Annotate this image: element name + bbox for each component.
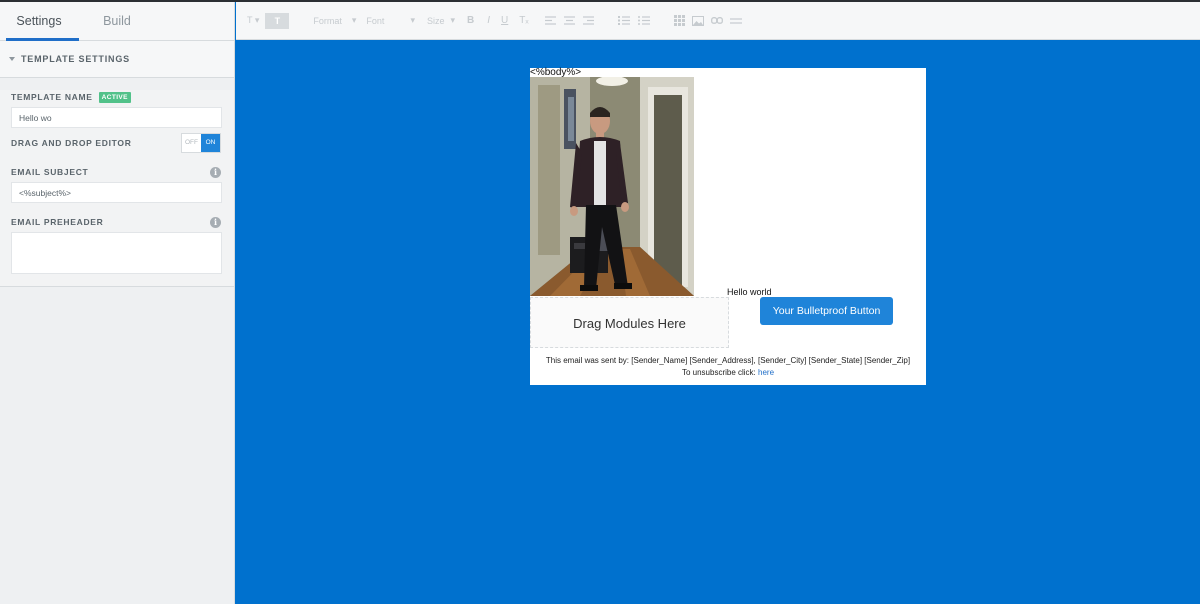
bold-button[interactable]: B: [467, 15, 474, 26]
hello-world-text[interactable]: Hello world: [727, 287, 772, 297]
drag-modules-dropzone[interactable]: Drag Modules Here: [530, 297, 729, 348]
image-icon[interactable]: [691, 15, 704, 26]
align-left-icon[interactable]: [544, 16, 556, 25]
info-icon[interactable]: i: [210, 166, 221, 178]
align-center-icon[interactable]: [563, 16, 575, 25]
chevron-down-icon: ▾: [450, 15, 456, 25]
info-icon[interactable]: i: [210, 216, 221, 228]
toggle-on[interactable]: ON: [201, 134, 220, 152]
editor-toolbar: T ▾ T Format ▾ Font ▾ Size ▾ B I U Tₓ: [236, 2, 1200, 40]
clear-format-button[interactable]: Tₓ: [519, 15, 528, 26]
align-right-icon[interactable]: [582, 16, 594, 25]
size-dropdown[interactable]: Size: [427, 16, 445, 26]
unsubscribe-link[interactable]: here: [758, 368, 774, 377]
tab-build[interactable]: Build: [78, 2, 156, 40]
italic-button[interactable]: I: [487, 15, 490, 26]
template-settings-header[interactable]: TEMPLATE SETTINGS: [0, 41, 234, 78]
font-dropdown[interactable]: Font: [366, 16, 384, 26]
caret-down-icon: [9, 57, 15, 61]
drag-drop-toggle[interactable]: OFF ON: [181, 133, 221, 153]
drag-drop-label: DRAG AND DROP EDITOR: [11, 138, 132, 148]
section-title: TEMPLATE SETTINGS: [21, 54, 130, 64]
bulleted-list-icon[interactable]: [637, 16, 650, 25]
drag-drop-row: DRAG AND DROP EDITOR OFF ON: [11, 133, 221, 153]
email-subject-label-row: EMAIL SUBJECT i: [11, 165, 221, 179]
settings-sidebar: Settings Build TEMPLATE SETTINGS TEMPLAT…: [0, 2, 235, 604]
table-icon[interactable]: [673, 15, 685, 26]
template-name-label-row: TEMPLATE NAME ACTIVE: [11, 90, 221, 104]
email-preheader-label: EMAIL PREHEADER: [11, 217, 104, 227]
email-preheader-label-row: EMAIL PREHEADER i: [11, 215, 221, 229]
email-subject-label: EMAIL SUBJECT: [11, 167, 89, 177]
footer-sender-line: This email was sent by: [Sender_Name] [S…: [545, 356, 911, 365]
active-badge: ACTIVE: [98, 91, 131, 103]
chevron-down-icon: ▾: [410, 15, 415, 25]
text-style-dropdown[interactable]: T ▾: [247, 15, 259, 26]
horizontal-rule-icon[interactable]: [729, 17, 742, 24]
numbered-list-icon[interactable]: [617, 16, 630, 25]
template-settings-panel: TEMPLATE NAME ACTIVE DRAG AND DROP EDITO…: [0, 90, 234, 287]
format-dropdown[interactable]: Format: [313, 16, 342, 26]
email-canvas[interactable]: <%body%> Hello world Drag Modules Here Y…: [530, 68, 926, 385]
sidebar-tabs: Settings Build: [0, 2, 234, 41]
bulletproof-button[interactable]: Your Bulletproof Button: [760, 297, 893, 325]
active-tab-indicator: [6, 38, 79, 41]
tab-settings[interactable]: Settings: [0, 2, 78, 40]
footer-unsubscribe-line: To unsubscribe click: here: [530, 367, 926, 379]
text-color-button[interactable]: T: [265, 12, 290, 29]
unsubscribe-text: To unsubscribe click:: [681, 368, 758, 377]
email-footer: This email was sent by: [Sender_Name] [S…: [530, 355, 926, 379]
email-preheader-textarea[interactable]: [11, 232, 222, 274]
template-name-label: TEMPLATE NAME: [11, 92, 93, 102]
template-name-input[interactable]: [11, 107, 222, 128]
link-icon[interactable]: [710, 17, 723, 24]
chevron-down-icon: ▾: [351, 15, 357, 25]
person-photo[interactable]: [530, 77, 694, 296]
underline-button[interactable]: U: [501, 15, 508, 26]
toggle-off[interactable]: OFF: [182, 134, 201, 152]
email-subject-input[interactable]: [11, 182, 222, 203]
